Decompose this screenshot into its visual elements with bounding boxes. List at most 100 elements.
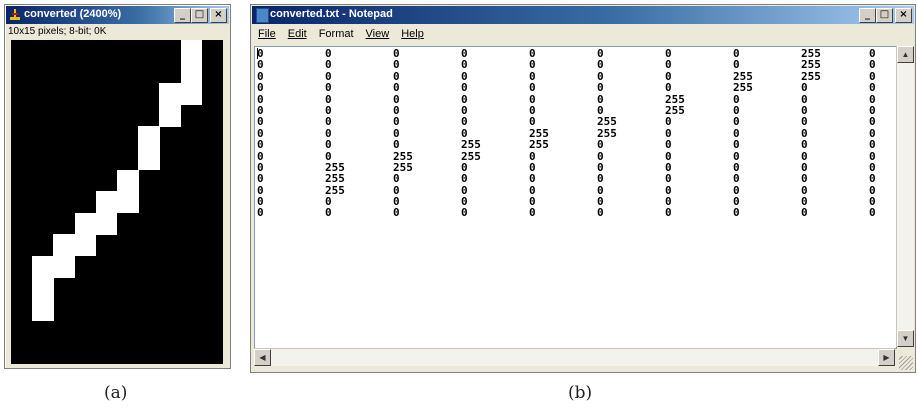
- minimize-button[interactable]: _: [174, 8, 191, 23]
- close-button[interactable]: ×: [895, 8, 912, 23]
- maximize-button[interactable]: □: [191, 8, 208, 23]
- pixel-value: 0: [393, 69, 400, 83]
- pixel-value: 0: [461, 160, 468, 174]
- scroll-up-icon[interactable]: ▲: [897, 46, 914, 63]
- pixel-value: 0: [869, 206, 876, 220]
- pixel-on: [74, 234, 97, 257]
- menu-format[interactable]: Format: [313, 26, 360, 45]
- pixel-value: 0: [529, 47, 536, 60]
- pixel-value: 0: [801, 149, 808, 163]
- pixel-value: 0: [257, 92, 264, 106]
- pixel-value: 0: [869, 81, 876, 95]
- pixel-value: 0: [325, 206, 332, 220]
- pixel-value: 0: [801, 172, 808, 186]
- image-window: converted (2400%) _ □ × 10x15 pixels; 8-…: [4, 4, 231, 369]
- caption-b: (b): [568, 383, 593, 403]
- pixel-value: 0: [801, 115, 808, 129]
- pixel-value: 255: [665, 103, 685, 117]
- menu-view-label: View: [365, 28, 390, 40]
- text-caret: [257, 48, 258, 59]
- pixel-value: 255: [461, 149, 481, 163]
- menu-file[interactable]: File: [252, 26, 282, 45]
- pixel-value: 0: [393, 81, 400, 95]
- pixel-value: 0: [393, 138, 400, 152]
- pixel-value: 0: [461, 195, 468, 209]
- pixel-value: 0: [393, 58, 400, 72]
- resize-grip-icon[interactable]: [899, 356, 913, 370]
- maximize-button[interactable]: □: [876, 8, 893, 23]
- pixel-value: 0: [393, 126, 400, 140]
- pixel-value: 0: [733, 172, 740, 186]
- text-row: 0 255 0 0 0 0 0 0 0 0: [257, 172, 896, 186]
- pixel-value: 0: [461, 58, 468, 72]
- pixel-value: 0: [665, 115, 672, 129]
- notepad-window: converted.txt - Notepad _ □ × File Edit …: [250, 4, 916, 373]
- pixel-value: 0: [257, 183, 264, 197]
- pixel-value: 0: [665, 69, 672, 83]
- pixel-value: 0: [801, 126, 808, 140]
- scroll-down-icon[interactable]: ▼: [897, 330, 914, 347]
- menu-edit[interactable]: Edit: [282, 26, 313, 45]
- pixel-value: 0: [665, 172, 672, 186]
- pixel-value: 0: [325, 195, 332, 209]
- pixel-value: 0: [393, 92, 400, 106]
- pixel-value: 0: [461, 69, 468, 83]
- pixel-value: 0: [257, 172, 264, 186]
- notepad-title: converted.txt - Notepad: [270, 8, 393, 20]
- pixel-value: 0: [325, 58, 332, 72]
- pixel-on: [95, 212, 118, 235]
- pixel-value: 0: [733, 149, 740, 163]
- pixel-on: [117, 191, 139, 214]
- text-editor[interactable]: 0 0 0 0 0 0 0 0 255 0 0 0 0 0 0 0 0 0 255 0 0 0 0 0 0 0 0 255 255 0 0 0…: [254, 46, 897, 349]
- scroll-left-icon[interactable]: ◀: [254, 349, 271, 366]
- pixel-on: [32, 256, 54, 279]
- pixel-on: [32, 277, 54, 300]
- pixel-value: 0: [529, 92, 536, 106]
- menu-help[interactable]: Help: [395, 26, 430, 45]
- pixel-value: 0: [665, 149, 672, 163]
- menu-view[interactable]: View: [360, 26, 396, 45]
- pixel-value: 0: [393, 103, 400, 117]
- pixel-value: 0: [257, 58, 264, 72]
- pixel-value: 0: [529, 103, 536, 117]
- pixel-value: 0: [597, 183, 604, 197]
- image-window-titlebar[interactable]: converted (2400%) _ □ ×: [6, 6, 229, 24]
- pixel-on: [180, 83, 203, 106]
- minimize-button[interactable]: _: [859, 8, 876, 23]
- pixel-value: 0: [597, 92, 604, 106]
- pixel-value: 0: [257, 81, 264, 95]
- pixel-value: 0: [597, 172, 604, 186]
- pixel-value: 0: [665, 160, 672, 174]
- pixel-value: 0: [529, 195, 536, 209]
- pixel-value: 0: [801, 206, 808, 220]
- pixel-value: 0: [393, 172, 400, 186]
- pixel-value: 0: [393, 115, 400, 129]
- notepad-titlebar[interactable]: converted.txt - Notepad _ □ ×: [252, 6, 914, 24]
- pixel-value: 0: [461, 206, 468, 220]
- close-button[interactable]: ×: [210, 8, 227, 23]
- pixel-value: 0: [597, 58, 604, 72]
- image-canvas[interactable]: [11, 40, 223, 364]
- pixel-value: 0: [325, 92, 332, 106]
- pixel-value: 0: [461, 183, 468, 197]
- horizontal-scrollbar[interactable]: ◀ ▶: [254, 348, 895, 366]
- pixel-value: 0: [733, 126, 740, 140]
- vertical-scrollbar[interactable]: ▲ ▼: [896, 46, 914, 347]
- pixel-value: 0: [597, 160, 604, 174]
- pixel-value: 0: [461, 81, 468, 95]
- scroll-right-icon[interactable]: ▶: [878, 349, 895, 366]
- pixel-value: 0: [529, 58, 536, 72]
- pixel-on: [95, 191, 118, 214]
- image-info: 10x15 pixels; 8-bit; 0K: [8, 26, 107, 37]
- imagej-icon: [10, 9, 20, 20]
- pixel-value: 0: [597, 69, 604, 83]
- pixel-value: 0: [665, 81, 672, 95]
- pixel-value: 0: [393, 206, 400, 220]
- pixel-value: 0: [665, 206, 672, 220]
- pixel-value: 0: [597, 195, 604, 209]
- text-row: 0 0 0 0 0 0 0 255 0 0: [257, 81, 896, 95]
- pixel-value: 255: [325, 172, 345, 186]
- pixel-on: [159, 104, 182, 127]
- pixel-value: 0: [733, 160, 740, 174]
- pixel-on: [138, 148, 160, 171]
